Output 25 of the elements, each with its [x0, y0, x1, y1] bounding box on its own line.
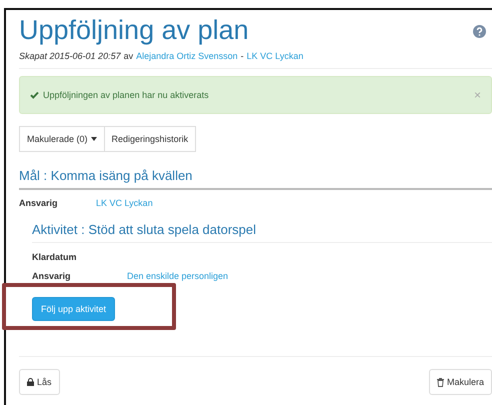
separator: - — [240, 51, 244, 61]
field-label: Ansvarig — [19, 198, 59, 208]
page-title: Uppföljning av plan — [19, 14, 249, 46]
field-label: Klardatum — [32, 252, 78, 262]
help-icon[interactable] — [473, 24, 486, 38]
field-value[interactable]: LK VC Lyckan — [96, 198, 153, 208]
created-date: Skapat 2015-06-01 20:57 — [19, 51, 121, 61]
by-label: av — [124, 51, 134, 61]
trash-icon — [436, 378, 444, 386]
check-icon — [30, 91, 39, 99]
history-button[interactable]: Redigeringshistorik — [104, 126, 196, 152]
lock-icon — [27, 378, 34, 386]
field-label: Ansvarig — [32, 271, 72, 281]
lock-button[interactable]: Lås — [19, 369, 60, 395]
alert-message: Uppföljningen av planen har nu aktiverats — [43, 90, 210, 100]
goal-heading: Mål : Komma isäng på kvällen — [19, 168, 492, 190]
dropdown-button[interactable]: Makulerade (0) — [19, 126, 105, 152]
discard-button[interactable]: Makulera — [428, 369, 492, 395]
unit-link[interactable]: LK VC Lyckan — [246, 51, 304, 61]
caret-icon — [90, 137, 97, 141]
close-button[interactable]: × — [474, 88, 481, 102]
activity-heading: Aktivitet : Stöd att sluta spela datorspel — [32, 222, 492, 243]
author-link[interactable]: Alejandra Ortiz Svensson — [136, 51, 238, 61]
field-value[interactable]: Den enskilde personligen — [127, 271, 228, 281]
follow-up-button[interactable]: Följ upp aktivitet — [32, 297, 116, 321]
